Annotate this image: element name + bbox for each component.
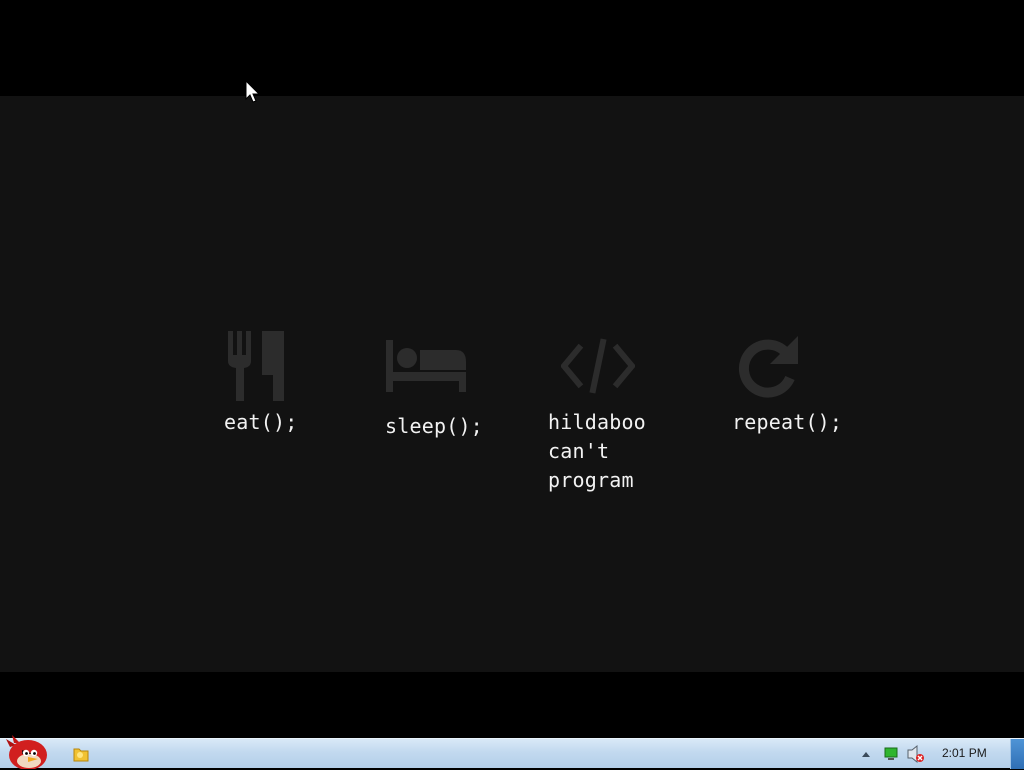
fork-knife-icon [228, 331, 284, 401]
repeat-label: repeat(); [732, 410, 843, 434]
speaker-muted-icon[interactable] [906, 739, 926, 769]
eat-label: eat(); [224, 410, 298, 434]
bed-icon [386, 340, 466, 392]
bottom-black-band [0, 672, 1024, 738]
angry-bird-start-orb-icon[interactable] [4, 733, 48, 769]
top-black-band [0, 0, 1024, 96]
wallpaper [0, 96, 1024, 672]
taskbar-clock[interactable]: 2:01 PM [942, 746, 987, 760]
show-hidden-icons-arrow-icon[interactable] [860, 739, 872, 769]
taskbar: 2:01 PM [0, 735, 1024, 769]
show-desktop-button[interactable] [1010, 739, 1024, 769]
refresh-icon [738, 336, 798, 398]
code-label: hildaboo can't program [548, 410, 646, 492]
taskbar-app-button[interactable] [68, 742, 94, 766]
network-icon[interactable] [883, 739, 899, 769]
mouse-cursor-icon [245, 80, 261, 103]
sleep-label: sleep(); [385, 414, 483, 438]
code-icon [561, 338, 635, 394]
folder-icon [73, 748, 89, 762]
